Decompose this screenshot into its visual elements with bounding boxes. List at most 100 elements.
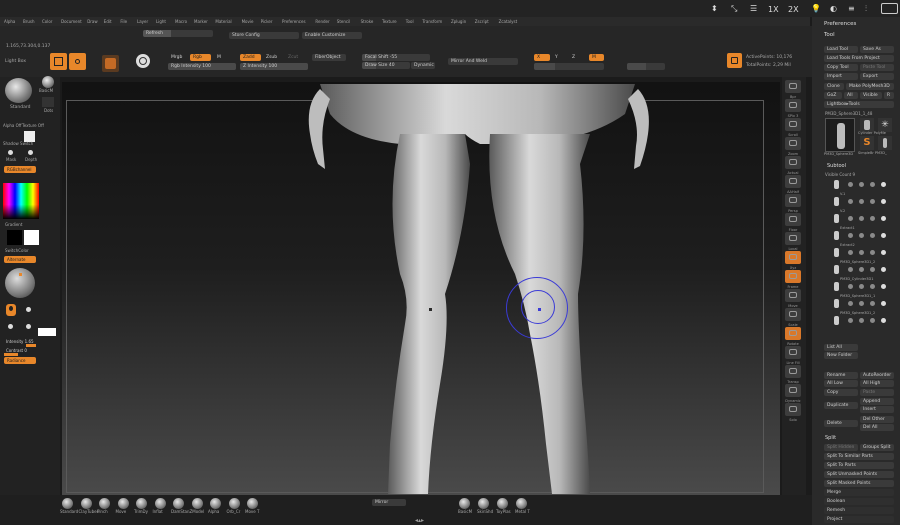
material-basicm-icon[interactable]: [459, 498, 470, 509]
alpha-off-label[interactable]: Alpha Off: [3, 123, 22, 128]
menu-item-stroke[interactable]: Stroke: [361, 19, 374, 24]
subtool-brush-icon[interactable]: [870, 301, 875, 306]
edit-mode-button[interactable]: [50, 53, 67, 70]
subtool-toggle-icon[interactable]: [848, 267, 853, 272]
menu-item-marker[interactable]: Marker: [194, 19, 208, 24]
subtool-lock-icon[interactable]: [859, 182, 864, 187]
menu-item-transform[interactable]: Transform: [422, 19, 442, 24]
fiber-object-button[interactable]: FiberObject: [312, 54, 346, 61]
subtool-brush-icon[interactable]: [870, 216, 875, 221]
sym-x-button[interactable]: X: [534, 54, 550, 61]
subtool-item[interactable]: Extract2: [826, 243, 896, 257]
subtool-item[interactable]: [826, 180, 896, 189]
make-polymesh-button[interactable]: Make PolyMesh3D: [846, 83, 894, 90]
shelf-actual-button[interactable]: Actual: [785, 156, 801, 175]
shelf-transp-button[interactable]: Transp: [785, 365, 801, 384]
shelf-aahalf-button[interactable]: AAHalf: [785, 175, 801, 194]
subtool-toggle-icon[interactable]: [848, 216, 853, 221]
dynamic-button[interactable]: Dynamic: [411, 62, 435, 69]
subtool-item[interactable]: V.2: [826, 209, 896, 223]
copy-tool-button[interactable]: Copy Tool: [824, 64, 858, 71]
menu-item-movie[interactable]: Movie: [242, 19, 254, 24]
pin-icon[interactable]: ⬍: [711, 4, 719, 13]
texture-off-label[interactable]: Texture Off: [22, 123, 44, 128]
subtool-lock-icon[interactable]: [859, 199, 864, 204]
copy-button[interactable]: Copy: [824, 389, 858, 396]
subtool-toggle-icon[interactable]: [848, 301, 853, 306]
mirror-weld-button[interactable]: Mirror And Weld: [448, 58, 518, 65]
brush-inflat-icon[interactable]: [154, 498, 166, 509]
brush-pinch-icon[interactable]: [99, 498, 110, 509]
all-button[interactable]: All: [844, 92, 858, 99]
dots-stroke-icon[interactable]: [42, 97, 54, 107]
standard-brush-icon[interactable]: [5, 78, 32, 103]
split-parts-button[interactable]: Split To Parts: [824, 462, 894, 469]
shelf-xyz-button[interactable]: Xyz: [785, 251, 801, 270]
m-button[interactable]: M: [214, 54, 224, 61]
subtool-eye-icon[interactable]: [881, 318, 886, 323]
mask-toggle-icon[interactable]: [8, 150, 13, 155]
depth-toggle-icon[interactable]: [28, 150, 33, 155]
shelf-bpr-button[interactable]: Bpr: [785, 80, 801, 99]
menu-item-tool[interactable]: Tool: [406, 19, 414, 24]
shelf-frame-button[interactable]: Frame: [785, 270, 801, 289]
subtool-brush-icon[interactable]: [870, 233, 875, 238]
subtool-toggle-icon[interactable]: [848, 250, 853, 255]
shelf-spix-3-button[interactable]: SPix 3: [785, 99, 801, 118]
duplicate-button[interactable]: Duplicate: [824, 402, 858, 409]
subtool-eye-icon[interactable]: [881, 199, 886, 204]
subtool-lock-icon[interactable]: [859, 267, 864, 272]
light-option-icon[interactable]: [26, 307, 31, 312]
subtool-item[interactable]: V.1: [826, 192, 896, 206]
all-high-button[interactable]: All High: [860, 380, 894, 387]
shelf-rotate-button[interactable]: Rotate: [785, 327, 801, 346]
menu-item-layer[interactable]: Layer: [137, 19, 148, 24]
subtool-toggle-icon[interactable]: [848, 233, 853, 238]
shelf-persp-button[interactable]: Persp: [785, 194, 801, 213]
menu-item-macro[interactable]: Macro: [175, 19, 187, 24]
export-button[interactable]: Export: [860, 73, 894, 80]
light-option-2-icon[interactable]: [8, 324, 13, 329]
radiance-button[interactable]: Radiance: [4, 357, 36, 364]
subtool-eye-icon[interactable]: [881, 267, 886, 272]
shelf-line-fill-button[interactable]: Line Fill: [785, 346, 801, 365]
subtool-toggle-icon[interactable]: [848, 318, 853, 323]
brush-alpha-icon[interactable]: [210, 498, 221, 509]
shelf-scroll-button[interactable]: Scroll: [785, 118, 801, 137]
new-folder-button[interactable]: New Folder: [824, 352, 858, 359]
basic-material-icon[interactable]: [42, 76, 54, 88]
tool-thumb-main[interactable]: [825, 118, 855, 152]
sym-slider[interactable]: [534, 63, 604, 70]
subtool-header[interactable]: Subtool: [827, 163, 846, 169]
subtool-brush-icon[interactable]: [870, 199, 875, 204]
light-position-dot[interactable]: [19, 273, 22, 276]
zsub-button[interactable]: Zsub: [263, 54, 281, 61]
subtool-eye-icon[interactable]: [881, 284, 886, 289]
subtool-brush-icon[interactable]: [870, 284, 875, 289]
split-unmasked-button[interactable]: Split Unmasked Points: [824, 471, 894, 478]
refresh-slider[interactable]: Refresh: [143, 30, 213, 37]
paste-button[interactable]: Paste: [860, 389, 894, 396]
tool-thumb-simplebrush[interactable]: S: [860, 136, 874, 150]
window-control-icon[interactable]: [881, 3, 898, 14]
subtool-lock-icon[interactable]: [859, 216, 864, 221]
mirror-button[interactable]: Mirror: [372, 499, 406, 506]
subtool-item[interactable]: PM3D_Cylinder3D1: [826, 277, 896, 291]
zoom-1x-button[interactable]: 1X: [768, 5, 779, 14]
shelf-zoom-button[interactable]: Zoom: [785, 137, 801, 156]
subtool-brush-icon[interactable]: [870, 267, 875, 272]
enable-customize-button[interactable]: Enable Customize: [302, 32, 362, 39]
shelf-local-button[interactable]: Local: [785, 232, 801, 251]
draw-mode-button[interactable]: [69, 53, 86, 70]
goz-button[interactable]: GoZ: [824, 92, 842, 99]
zadd-button[interactable]: Zadd: [240, 54, 261, 61]
sym-m-button[interactable]: M: [589, 54, 604, 61]
menu-item-zscript[interactable]: Zscript: [475, 19, 489, 24]
store-config-button[interactable]: Store Config: [229, 32, 299, 39]
expand-icon[interactable]: ⤡: [731, 4, 739, 13]
brush-move-icon[interactable]: [117, 498, 129, 509]
layout-icon[interactable]: ☰: [750, 4, 758, 13]
brush-trimdy-icon[interactable]: [136, 498, 147, 509]
append-button[interactable]: Append: [860, 398, 894, 405]
subtool-toggle-icon[interactable]: [848, 284, 853, 289]
